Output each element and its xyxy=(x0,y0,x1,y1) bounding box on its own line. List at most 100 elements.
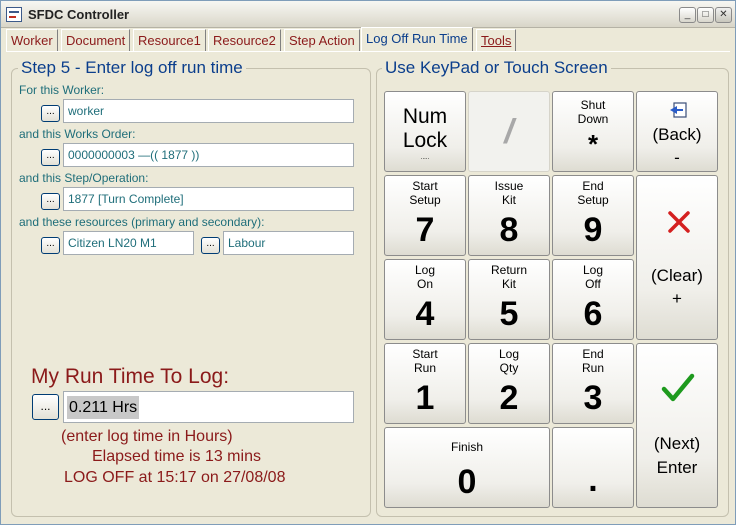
clear-x-icon xyxy=(668,211,690,233)
numlock-label-1: Num xyxy=(402,105,448,128)
tab-tools[interactable]: Tools xyxy=(476,29,517,51)
key-6[interactable]: Log Off 6 xyxy=(552,259,634,340)
back-key-symbol: - xyxy=(674,148,680,167)
keypad-title: Use KeyPad or Touch Screen xyxy=(382,58,611,78)
primary-resource-field[interactable]: Citizen LN20 M1 xyxy=(63,231,194,255)
back-key[interactable]: (Back) - xyxy=(636,91,718,172)
key-2[interactable]: Log Qty 2 xyxy=(468,343,550,424)
works-order-label: and this Works Order: xyxy=(19,127,136,141)
tab-log-off-run-time[interactable]: Log Off Run Time xyxy=(361,27,473,52)
worker-browse-button[interactable]: ... xyxy=(41,105,60,122)
window-title: SFDC Controller xyxy=(28,7,130,22)
minimize-button[interactable]: _ xyxy=(679,7,696,23)
key-7-label-1: Start xyxy=(412,179,438,193)
key-0-digit: 0 xyxy=(457,463,477,501)
key-9-digit: 9 xyxy=(583,211,603,249)
key-2-label-2: Qty xyxy=(499,361,519,375)
maximize-button[interactable]: □ xyxy=(697,7,714,23)
numlock-sub: ..... xyxy=(420,155,430,161)
key-6-label-1: Log xyxy=(582,263,604,277)
key-3[interactable]: End Run 3 xyxy=(552,343,634,424)
key-1[interactable]: Start Run 1 xyxy=(384,343,466,424)
key-4-label-2: On xyxy=(416,277,433,291)
tab-document[interactable]: Document xyxy=(61,29,131,51)
shutdown-label-2: Down xyxy=(577,112,609,126)
slash-key[interactable]: / xyxy=(468,91,550,172)
key-7[interactable]: Start Setup 7 xyxy=(384,175,466,256)
runtime-field[interactable]: 0.211 Hrs xyxy=(63,391,354,423)
runtime-browse-button[interactable]: ... xyxy=(32,394,59,420)
shutdown-key[interactable]: Shut Down * xyxy=(552,91,634,172)
decimal-key[interactable]: . xyxy=(552,427,634,508)
tab-resource1[interactable]: Resource1 xyxy=(133,29,206,51)
key-3-label-1: End xyxy=(582,347,604,361)
step-title: Step 5 - Enter log off run time xyxy=(18,58,246,78)
key-3-label-2: Run xyxy=(581,361,604,375)
worker-label: For this Worker: xyxy=(19,83,105,97)
key-5-label-2: Kit xyxy=(501,277,516,291)
back-label: (Back) xyxy=(652,125,702,144)
checkmark-icon xyxy=(661,373,695,402)
decimal-symbol: . xyxy=(588,461,598,499)
key-5-digit: 5 xyxy=(499,295,519,333)
key-9-label-2: Setup xyxy=(577,193,609,207)
key-6-label-2: Off xyxy=(585,277,601,291)
key-8-label-2: Kit xyxy=(501,193,516,207)
key-9[interactable]: End Setup 9 xyxy=(552,175,634,256)
key-5[interactable]: Return Kit 5 xyxy=(468,259,550,340)
app-icon xyxy=(6,7,22,22)
tab-worker[interactable]: Worker xyxy=(6,29,58,51)
clear-label: (Clear) xyxy=(651,266,703,285)
worker-field[interactable]: worker xyxy=(63,99,354,123)
key-3-digit: 3 xyxy=(583,379,603,417)
runtime-label: My Run Time To Log: xyxy=(31,365,230,388)
key-8-label-1: Issue xyxy=(494,179,524,193)
primary-resource-browse-button[interactable]: ... xyxy=(41,237,60,254)
next-enter-key[interactable]: (Next) Enter xyxy=(636,343,718,508)
clear-key[interactable]: (Clear) + xyxy=(636,175,718,340)
key-9-label-1: End xyxy=(582,179,604,193)
key-1-label-1: Start xyxy=(412,347,438,361)
resources-label: and these resources (primary and seconda… xyxy=(19,215,265,229)
key-1-digit: 1 xyxy=(415,379,435,417)
key-6-digit: 6 xyxy=(583,295,603,333)
key-0[interactable]: Finish 0 xyxy=(384,427,550,508)
key-7-digit: 7 xyxy=(415,211,435,249)
works-order-field[interactable]: 0000000003 —(( 1877 )) xyxy=(63,143,354,167)
operation-field[interactable]: 1877 [Turn Complete] xyxy=(63,187,354,211)
title-bar[interactable]: SFDC Controller _ □ ✕ xyxy=(1,1,735,28)
runtime-value: 0.211 Hrs xyxy=(67,396,140,419)
app-window: SFDC Controller _ □ ✕ Worker Document Re… xyxy=(0,0,736,525)
back-arrow-icon xyxy=(670,102,687,118)
runtime-hint: (enter log time in Hours) xyxy=(61,428,233,445)
key-2-label-1: Log xyxy=(498,347,520,361)
key-4[interactable]: Log On 4 xyxy=(384,259,466,340)
close-button[interactable]: ✕ xyxy=(715,7,732,23)
operation-label: and this Step/Operation: xyxy=(19,171,149,185)
key-0-label: Finish xyxy=(450,440,483,454)
works-order-browse-button[interactable]: ... xyxy=(41,149,60,166)
numlock-key[interactable]: Num Lock ..... xyxy=(384,91,466,172)
slash-label: / xyxy=(504,113,514,151)
key-1-label-2: Run xyxy=(413,361,436,375)
key-4-digit: 4 xyxy=(415,295,435,333)
next-label: (Next) xyxy=(653,434,701,453)
key-2-digit: 2 xyxy=(499,379,519,417)
tab-strip: Worker Document Resource1 Resource2 Step… xyxy=(6,27,730,52)
secondary-resource-browse-button[interactable]: ... xyxy=(201,237,220,254)
tab-resource2[interactable]: Resource2 xyxy=(208,29,281,51)
tab-step-action[interactable]: Step Action xyxy=(284,29,360,51)
secondary-resource-field[interactable]: Labour xyxy=(223,231,354,255)
tab-tools-label: Tools xyxy=(481,33,512,48)
elapsed-time: Elapsed time is 13 mins xyxy=(92,448,261,465)
enter-label: Enter xyxy=(656,458,698,477)
shutdown-star: * xyxy=(587,129,599,159)
key-8[interactable]: Issue Kit 8 xyxy=(468,175,550,256)
key-4-label-1: Log xyxy=(414,263,436,277)
key-5-label-1: Return xyxy=(490,263,528,277)
operation-browse-button[interactable]: ... xyxy=(41,193,60,210)
key-8-digit: 8 xyxy=(499,211,519,249)
logoff-time: LOG OFF at 15:17 on 27/08/08 xyxy=(64,469,286,486)
clear-key-symbol: + xyxy=(672,289,682,308)
numlock-label-2: Lock xyxy=(402,129,448,152)
